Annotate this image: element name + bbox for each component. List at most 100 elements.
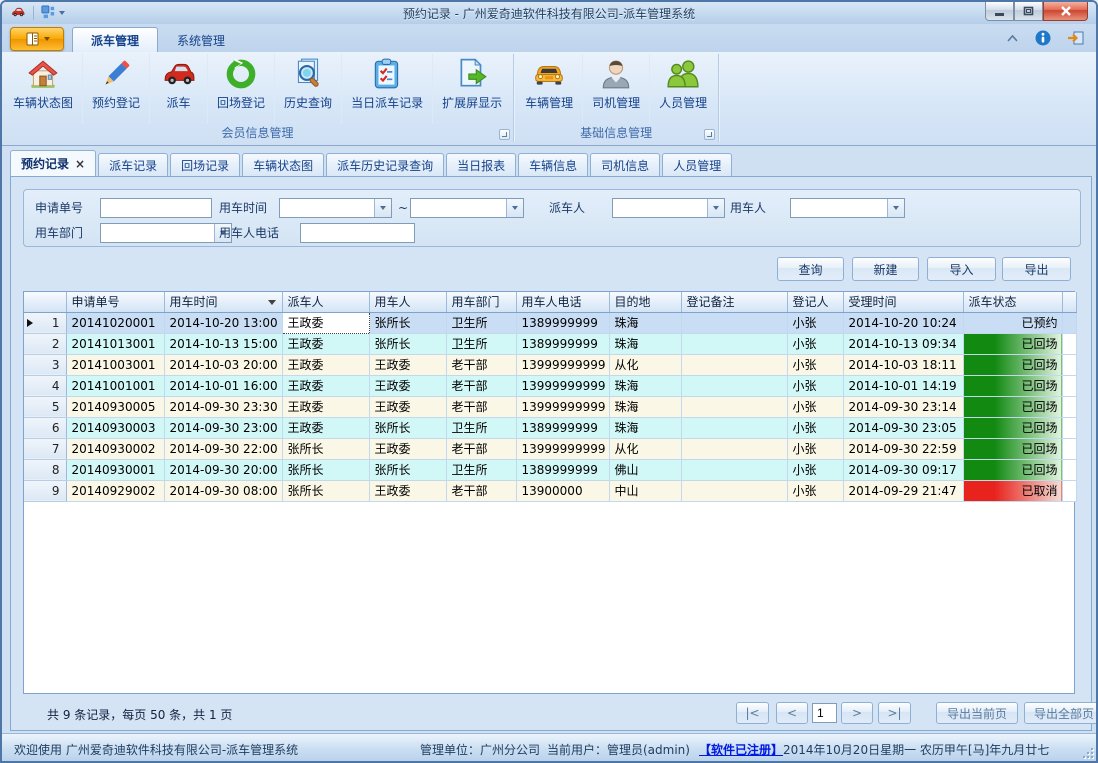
table-cell[interactable]: 20140930001: [66, 459, 164, 480]
table-cell[interactable]: 中山: [609, 480, 681, 501]
table-cell[interactable]: 王政委: [369, 396, 446, 417]
table-cell[interactable]: 王政委: [282, 333, 369, 354]
table-cell[interactable]: 13999999999: [516, 354, 609, 375]
switch-user-icon[interactable]: [1067, 30, 1084, 46]
use-time-from-combo[interactable]: [279, 198, 392, 218]
table-cell[interactable]: [681, 417, 787, 438]
user-phone-input[interactable]: [300, 223, 415, 243]
column-header-6[interactable]: 目的地: [609, 292, 681, 312]
ribbon-button-people[interactable]: 人员管理: [649, 54, 716, 124]
maximize-button[interactable]: [1014, 2, 1043, 21]
table-cell[interactable]: 王政委: [282, 417, 369, 438]
export-all-pages-button[interactable]: 导出全部页: [1024, 702, 1098, 724]
collapse-ribbon-icon[interactable]: [1006, 34, 1019, 42]
doc-tab-4[interactable]: 派车历史记录查询: [326, 153, 444, 176]
minimize-button[interactable]: [985, 2, 1014, 21]
column-header-7[interactable]: 登记备注: [681, 292, 787, 312]
row-number[interactable]: 1: [24, 312, 66, 333]
table-cell[interactable]: 张所长: [369, 417, 446, 438]
table-cell[interactable]: 2014-10-03 18:11: [843, 354, 963, 375]
table-cell[interactable]: 2014-10-20 10:24: [843, 312, 963, 333]
use-time-to-combo[interactable]: [410, 198, 524, 218]
table-cell[interactable]: [681, 354, 787, 375]
ribbon-button-recycle[interactable]: 回场登记: [207, 54, 274, 124]
table-cell[interactable]: 1389999999: [516, 312, 609, 333]
table-cell[interactable]: 王政委: [282, 354, 369, 375]
ribbon-button-extend-screen[interactable]: 扩展屏显示: [432, 54, 511, 124]
table-cell[interactable]: 20141013001: [66, 333, 164, 354]
ribbon-tab-0[interactable]: 派车管理: [72, 27, 158, 52]
ribbon-button-pencil[interactable]: 预约登记: [82, 54, 149, 124]
table-cell[interactable]: 已预约: [963, 312, 1062, 333]
table-cell[interactable]: 卫生所: [446, 312, 516, 333]
table-cell[interactable]: 2014-09-30 22:00: [164, 438, 282, 459]
last-page-button[interactable]: >|: [878, 702, 911, 724]
table-cell[interactable]: 20141003001: [66, 354, 164, 375]
table-cell[interactable]: 张所长: [282, 480, 369, 501]
dialog-launcher-icon[interactable]: [704, 129, 715, 140]
table-cell[interactable]: 小张: [787, 375, 843, 396]
table-cell[interactable]: 王政委: [369, 375, 446, 396]
ribbon-button-driver[interactable]: 司机管理: [582, 54, 649, 124]
table-cell[interactable]: 老干部: [446, 375, 516, 396]
table-cell[interactable]: 1389999999: [516, 333, 609, 354]
table-cell[interactable]: 20141001001: [66, 375, 164, 396]
table-cell[interactable]: 老干部: [446, 354, 516, 375]
ribbon-button-history-search[interactable]: 历史查询: [274, 54, 341, 124]
table-cell[interactable]: 2014-09-30 22:59: [843, 438, 963, 459]
tab-close-icon[interactable]: ×: [75, 159, 85, 169]
table-cell[interactable]: 已回场: [963, 333, 1062, 354]
ribbon-tab-1[interactable]: 系统管理: [158, 27, 244, 52]
doc-tab-5[interactable]: 当日报表: [446, 153, 516, 176]
page-number-input[interactable]: [812, 703, 837, 723]
table-cell[interactable]: 张所长: [282, 438, 369, 459]
info-icon[interactable]: [1035, 30, 1051, 46]
row-number[interactable]: 3: [24, 354, 66, 375]
table-cell[interactable]: 王政委: [282, 375, 369, 396]
table-cell[interactable]: 2014-10-03 20:00: [164, 354, 282, 375]
table-cell[interactable]: 2014-10-13 15:00: [164, 333, 282, 354]
row-number[interactable]: 8: [24, 459, 66, 480]
doc-tab-1[interactable]: 派车记录: [98, 153, 168, 176]
table-cell[interactable]: 13900000: [516, 480, 609, 501]
table-cell[interactable]: 13999999999: [516, 438, 609, 459]
row-number[interactable]: 9: [24, 480, 66, 501]
column-header-10[interactable]: 派车状态: [963, 292, 1062, 312]
table-cell[interactable]: 2014-09-30 20:00: [164, 459, 282, 480]
table-cell[interactable]: 2014-10-13 09:34: [843, 333, 963, 354]
dispatcher-combo[interactable]: [612, 198, 725, 218]
table-cell[interactable]: 老干部: [446, 396, 516, 417]
table-cell[interactable]: 王政委: [282, 396, 369, 417]
doc-tab-8[interactable]: 人员管理: [662, 153, 732, 176]
table-cell[interactable]: 珠海: [609, 312, 681, 333]
table-cell[interactable]: 王政委: [369, 354, 446, 375]
resize-grip-icon[interactable]: [1081, 746, 1093, 758]
table-cell[interactable]: 小张: [787, 333, 843, 354]
doc-tab-6[interactable]: 车辆信息: [518, 153, 588, 176]
user-combo[interactable]: [790, 198, 905, 218]
table-cell[interactable]: 卫生所: [446, 333, 516, 354]
table-cell[interactable]: 卫生所: [446, 417, 516, 438]
table-cell[interactable]: 王政委: [369, 480, 446, 501]
table-cell[interactable]: 2014-09-30 08:00: [164, 480, 282, 501]
column-header-2[interactable]: 派车人: [282, 292, 369, 312]
ribbon-button-today-record[interactable]: 当日派车记录: [341, 54, 432, 124]
column-header-8[interactable]: 登记人: [787, 292, 843, 312]
table-cell[interactable]: [681, 438, 787, 459]
table-cell[interactable]: 从化: [609, 438, 681, 459]
table-cell[interactable]: 张所长: [369, 459, 446, 480]
license-link[interactable]: 【软件已注册】: [699, 741, 783, 758]
table-cell[interactable]: 2014-09-30 23:00: [164, 417, 282, 438]
table-cell[interactable]: 2014-09-29 21:47: [843, 480, 963, 501]
table-cell[interactable]: 已取消: [963, 480, 1062, 501]
table-cell[interactable]: 小张: [787, 417, 843, 438]
department-combo[interactable]: [100, 223, 232, 243]
table-cell[interactable]: 珠海: [609, 417, 681, 438]
import-button[interactable]: 导入: [927, 257, 996, 281]
close-button[interactable]: [1043, 2, 1088, 21]
first-page-button[interactable]: |<: [736, 702, 769, 724]
table-cell[interactable]: 小张: [787, 480, 843, 501]
column-header-9[interactable]: 受理时间: [843, 292, 963, 312]
table-cell[interactable]: 2014-09-30 09:17: [843, 459, 963, 480]
row-number[interactable]: 7: [24, 438, 66, 459]
